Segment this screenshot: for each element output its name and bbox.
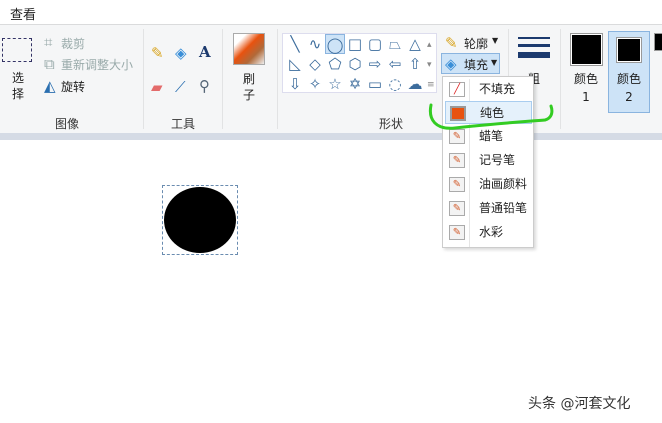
watermark: 头条 @河套文化 <box>528 396 631 412</box>
green-annotation-scribble <box>428 103 554 130</box>
